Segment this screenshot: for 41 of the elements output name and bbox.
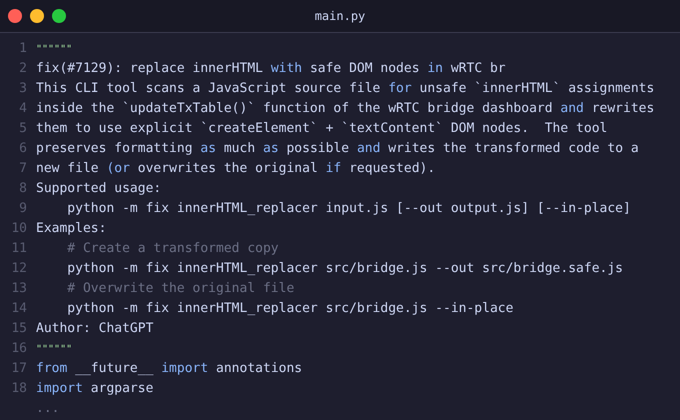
line-number: 10: [11, 220, 27, 236]
maximize-button[interactable]: [52, 9, 66, 23]
line-number: 5: [19, 120, 27, 136]
line-number: 14: [11, 300, 27, 316]
code-line: """""": [36, 342, 72, 356]
minimize-button[interactable]: [30, 9, 44, 23]
code-line: This CLI tool scans a JavaScript source file for unsafe `innerHTML` assignments: [36, 80, 654, 96]
code-line: Author: ChatGPT: [36, 320, 154, 336]
line-number: 18: [11, 380, 27, 396]
code-line: Examples:: [36, 220, 106, 236]
line-number: 2: [19, 60, 27, 76]
line-number: 6: [19, 140, 27, 156]
code-line: """""": [36, 42, 72, 56]
code-line: ...: [36, 400, 60, 416]
line-number: 3: [19, 80, 27, 96]
line-number: 4: [19, 100, 27, 116]
code-line: fix(#7129): replace innerHTML with safe DOM nodes in wRTC br: [36, 60, 506, 76]
code-line: new file (or overwrites the original if requested).: [36, 160, 436, 176]
code-line: from __future__ import annotations: [36, 360, 302, 376]
line-number: 1: [19, 40, 27, 56]
line-number: 17: [11, 360, 27, 376]
code-line: python -m fix innerHTML_replacer src/bridge.js --out src/bridge.safe.js: [66, 260, 623, 276]
line-number: 8: [19, 180, 27, 196]
code-line: inside the `updateTxTable()` function of the wRTC bridge dashboard and rewrites: [36, 100, 654, 116]
code-line: # Create a transformed copy: [66, 240, 279, 256]
code-line: python -m fix innerHTML_replacer input.js [--out output.js] [--in-place]: [66, 200, 631, 216]
code-line: # Overwrite the original file: [66, 280, 294, 296]
line-number: 9: [19, 200, 27, 216]
close-button[interactable]: [8, 9, 22, 23]
line-number: 15: [11, 320, 27, 336]
line-number: 16: [11, 340, 27, 356]
code-line: Supported usage:: [36, 180, 162, 196]
line-number: 12: [11, 260, 27, 276]
line-number: 11: [11, 240, 27, 256]
window-title: main.py: [314, 9, 366, 23]
code-line: import argparse: [36, 380, 154, 396]
code-line: them to use explicit `createElement` + `textContent` DOM nodes. The tool: [36, 120, 608, 136]
code-line: python -m fix innerHTML_replacer src/bridge.js --in-place: [66, 300, 514, 316]
code-line: preserves formatting as much as possible and writes the transformed code to a: [36, 140, 639, 156]
line-number: 13: [11, 280, 27, 296]
line-number: 7: [19, 160, 27, 176]
